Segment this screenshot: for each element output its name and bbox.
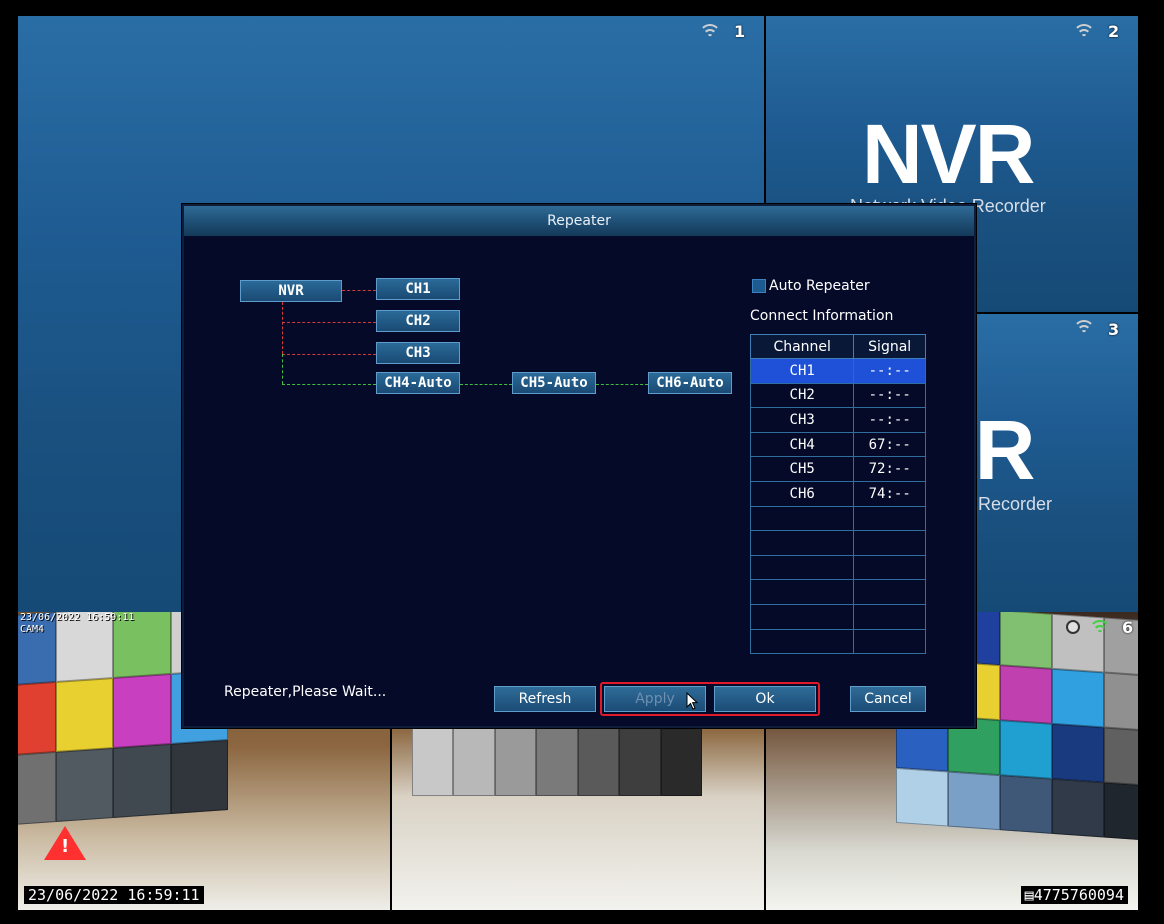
dialog-title: Repeater: [184, 206, 974, 236]
topology-node-ch3: CH3: [376, 342, 460, 364]
wifi-signal-icon: [1072, 320, 1096, 340]
network-icon: ▤: [1024, 886, 1034, 904]
link-nvr-ch3: [282, 354, 376, 355]
channel-number: 1: [734, 22, 746, 41]
table-row-empty: [749, 530, 926, 556]
connection-table: Channel Signal CH1 --:-- CH2 --:-- CH3 --:-…: [749, 334, 926, 655]
link-trunk-wired: [282, 302, 283, 354]
connect-information-heading: Connect Information: [750, 308, 894, 324]
device-serial: ▤4775760094: [1020, 886, 1128, 904]
column-header-channel: Channel: [749, 334, 855, 359]
column-header-signal: Signal: [853, 334, 926, 359]
table-row[interactable]: CH6 74:--: [749, 480, 926, 507]
nvr-logo: NVR: [862, 107, 1035, 201]
clock-icon: [1066, 620, 1080, 634]
ok-button[interactable]: Ok: [714, 686, 816, 712]
channel-number: 3: [1108, 320, 1120, 339]
table-row-empty: [749, 603, 926, 630]
osd-timestamp: 23/06/2022 16:59:11 CAM4: [20, 612, 135, 635]
table-row[interactable]: CH4 67:--: [749, 431, 926, 458]
nvr-logo-subtitle: Recorder: [978, 494, 1053, 514]
topology-node-ch6: CH6-Auto: [648, 372, 732, 394]
channel-number: 2: [1108, 22, 1120, 41]
warning-icon[interactable]: !: [44, 826, 86, 860]
topology-node-nvr: NVR: [240, 280, 342, 302]
table-row-empty: [749, 505, 926, 532]
repeater-dialog: Repeater NVR CH1 CH2 CH3 CH4-Auto CH5-Au…: [182, 204, 976, 728]
refresh-button[interactable]: Refresh: [494, 686, 596, 712]
link-nvr-ch4: [282, 384, 376, 385]
table-row[interactable]: CH2 --:--: [749, 382, 926, 409]
auto-repeater-checkbox[interactable]: [752, 279, 766, 293]
repeater-status: Repeater,Please Wait...: [224, 684, 387, 700]
link-ch5-ch6: [596, 384, 648, 385]
table-row[interactable]: CH3 --:--: [749, 407, 926, 433]
system-datetime: 23/06/2022 16:59:11: [24, 886, 204, 904]
table-row-empty: [749, 628, 926, 655]
link-trunk-wireless: [282, 354, 283, 384]
table-row-empty: [749, 554, 926, 581]
channel-number: 6: [1122, 618, 1134, 637]
table-row[interactable]: CH1 --:--: [749, 358, 926, 384]
wifi-signal-icon: [698, 24, 722, 44]
table-row[interactable]: CH5 72:--: [749, 456, 926, 482]
topology-node-ch1: CH1: [376, 278, 460, 300]
wifi-signal-icon: [1072, 24, 1096, 44]
wifi-signal-icon: [1088, 620, 1112, 640]
cancel-button[interactable]: Cancel: [850, 686, 926, 712]
color-test-chart: [412, 726, 702, 796]
mouse-cursor-icon: [686, 692, 698, 710]
link-nvr-ch1: [342, 290, 376, 291]
topology-node-ch2: CH2: [376, 310, 460, 332]
link-ch4-ch5: [460, 384, 512, 385]
table-row-empty: [749, 579, 926, 605]
auto-repeater-toggle[interactable]: Auto Repeater: [752, 278, 870, 294]
link-nvr-ch2: [282, 322, 376, 323]
topology-node-ch5: CH5-Auto: [512, 372, 596, 394]
topology-node-ch4: CH4-Auto: [376, 372, 460, 394]
auto-repeater-label: Auto Repeater: [769, 278, 870, 294]
